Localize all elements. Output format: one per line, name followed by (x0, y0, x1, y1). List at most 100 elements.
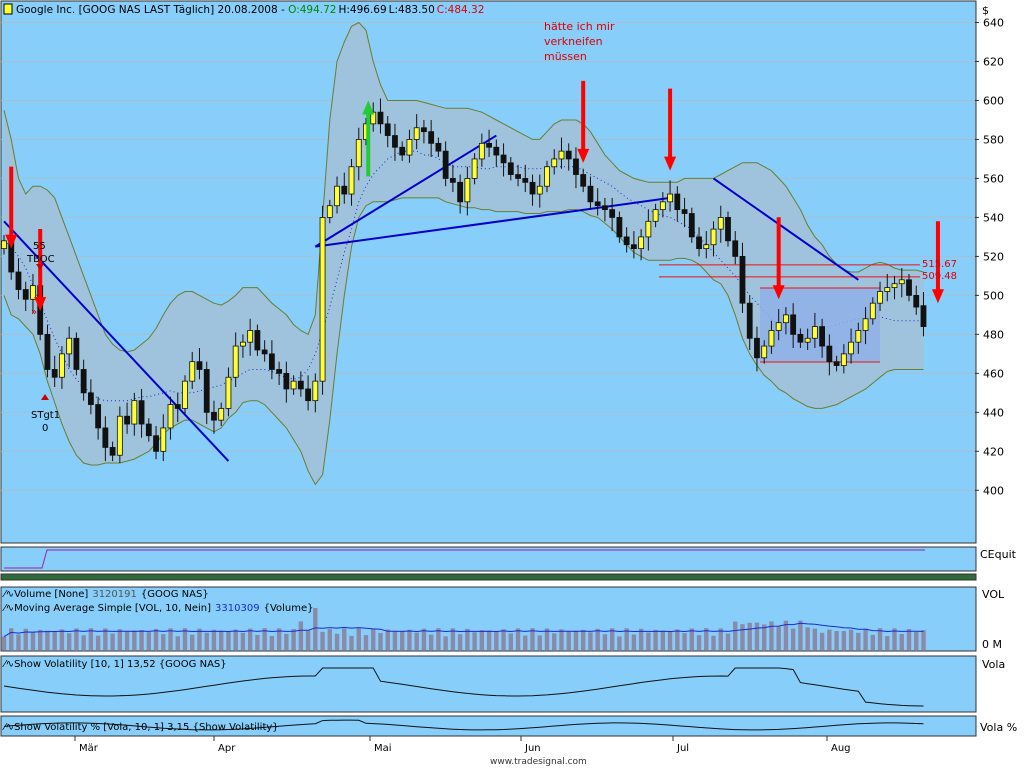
volume-bar (609, 628, 615, 650)
candle-down (421, 127, 427, 133)
candle-up (167, 404, 174, 429)
volume-legend-1: ⁄∿Volume [None] 3120191 {GOOG NAS} (2, 589, 209, 600)
equity-panel: CEquit (0, 546, 1017, 581)
x-tick-label: Jun (524, 743, 541, 754)
volume-bar (407, 629, 412, 650)
volume-bar (211, 629, 217, 650)
volume-bar (472, 632, 477, 650)
volume-bar (689, 628, 694, 650)
header-low: L:483.50 (389, 4, 435, 16)
volume-bar (59, 629, 65, 650)
candle-up (652, 209, 659, 222)
volume-bar (226, 631, 231, 650)
volume-ma-legend-icon: ⁄∿ (2, 603, 14, 614)
candle-up (659, 201, 666, 211)
signal-top-2: TBOC (26, 254, 55, 265)
volume-bar (877, 628, 883, 650)
candle-up (862, 318, 869, 331)
candle-down (833, 361, 840, 366)
candle-up (544, 166, 550, 187)
candle-up (703, 244, 710, 250)
x-tick-label: Mär (79, 743, 99, 754)
candle-down (73, 337, 80, 370)
volume-bar (675, 629, 680, 650)
candle-up (355, 139, 362, 168)
candle-down (102, 427, 109, 448)
candle-down (739, 256, 746, 304)
volatility-legend-text: Show Volatility [10, 1] 13,52 {GOOG NAS} (14, 659, 227, 670)
volume-bar (132, 630, 137, 650)
volume-bar (153, 628, 159, 650)
volume-bar (834, 631, 839, 650)
candle-up (783, 314, 789, 324)
volume-bar (486, 630, 492, 650)
candle-down (95, 404, 102, 429)
candle-down (746, 302, 753, 339)
candle-up (869, 302, 876, 320)
candle-down (616, 217, 623, 238)
candle-up (406, 139, 413, 156)
volume-bar (298, 621, 304, 650)
candle-up (59, 353, 65, 378)
volume-bar (443, 636, 448, 650)
volume-legend-2-symbol: {Volume} (264, 603, 314, 614)
candle-down (790, 314, 797, 335)
volume-bar (465, 628, 470, 650)
volume-bar (718, 628, 723, 650)
volatility-legend-icon: ⁄∿ (2, 659, 14, 670)
volume-bar (30, 632, 36, 650)
y-tick-label: 620 (983, 55, 1004, 68)
volume-bar (95, 635, 101, 650)
candle-down (602, 205, 608, 211)
candle-down (906, 279, 912, 296)
candle-down (399, 146, 406, 156)
volume-bar (117, 629, 123, 650)
volume-bar (371, 628, 376, 650)
volume-bar (168, 628, 173, 650)
candle-down (435, 142, 442, 152)
candle-down (145, 423, 152, 437)
candle-down (797, 333, 804, 343)
y-tick-label: 560 (983, 172, 1004, 185)
x-axis-labels: Mär Apr Mai Jun Jul Aug (74, 736, 851, 754)
volume-bar (588, 632, 593, 650)
candle-down (297, 380, 304, 390)
equity-scrollbar[interactable] (0, 573, 977, 581)
volume-bar (356, 628, 361, 650)
candle-down (573, 158, 579, 175)
candle-up (160, 427, 167, 452)
volatility-pct-legend-icon: ⁄∿ (2, 722, 14, 733)
volume-bar (414, 632, 419, 650)
volume-bar (747, 622, 752, 650)
volume-bar (523, 635, 528, 650)
volatility-pct-legend-text: Show Volatility % [Vola, 10, 1] 3,15 {Sh… (14, 722, 279, 733)
volume-bar (363, 635, 369, 650)
volume-bar (733, 621, 738, 650)
y-tick-label: 520 (983, 250, 1004, 263)
volume-bar (544, 628, 550, 650)
volume-bar (428, 634, 434, 650)
candle-up (66, 337, 73, 355)
candle-down (630, 244, 637, 250)
candle-down (109, 447, 116, 456)
y-tick-label: 460 (983, 367, 1004, 380)
volume-bar (436, 628, 441, 650)
volume-bar (219, 630, 224, 650)
candle-down (522, 178, 529, 183)
volume-bar (66, 633, 72, 650)
candle-down (594, 201, 601, 207)
candle-down (623, 236, 630, 246)
volume-legend-1-symbol: {GOOG NAS} (141, 589, 209, 600)
signal-top-1: 55 (33, 241, 46, 252)
candle-down (261, 349, 268, 355)
candle-up (884, 287, 891, 292)
volume-bar (9, 628, 14, 650)
candle-up (898, 279, 905, 285)
comment-line-1: hätte ich mir (544, 20, 615, 33)
y-tick-label: 400 (983, 484, 1004, 497)
candle-down (196, 361, 203, 370)
volume-bar (400, 630, 405, 650)
volume-bar (725, 633, 731, 650)
volume-bar (1, 636, 7, 650)
volume-bar (16, 634, 21, 650)
